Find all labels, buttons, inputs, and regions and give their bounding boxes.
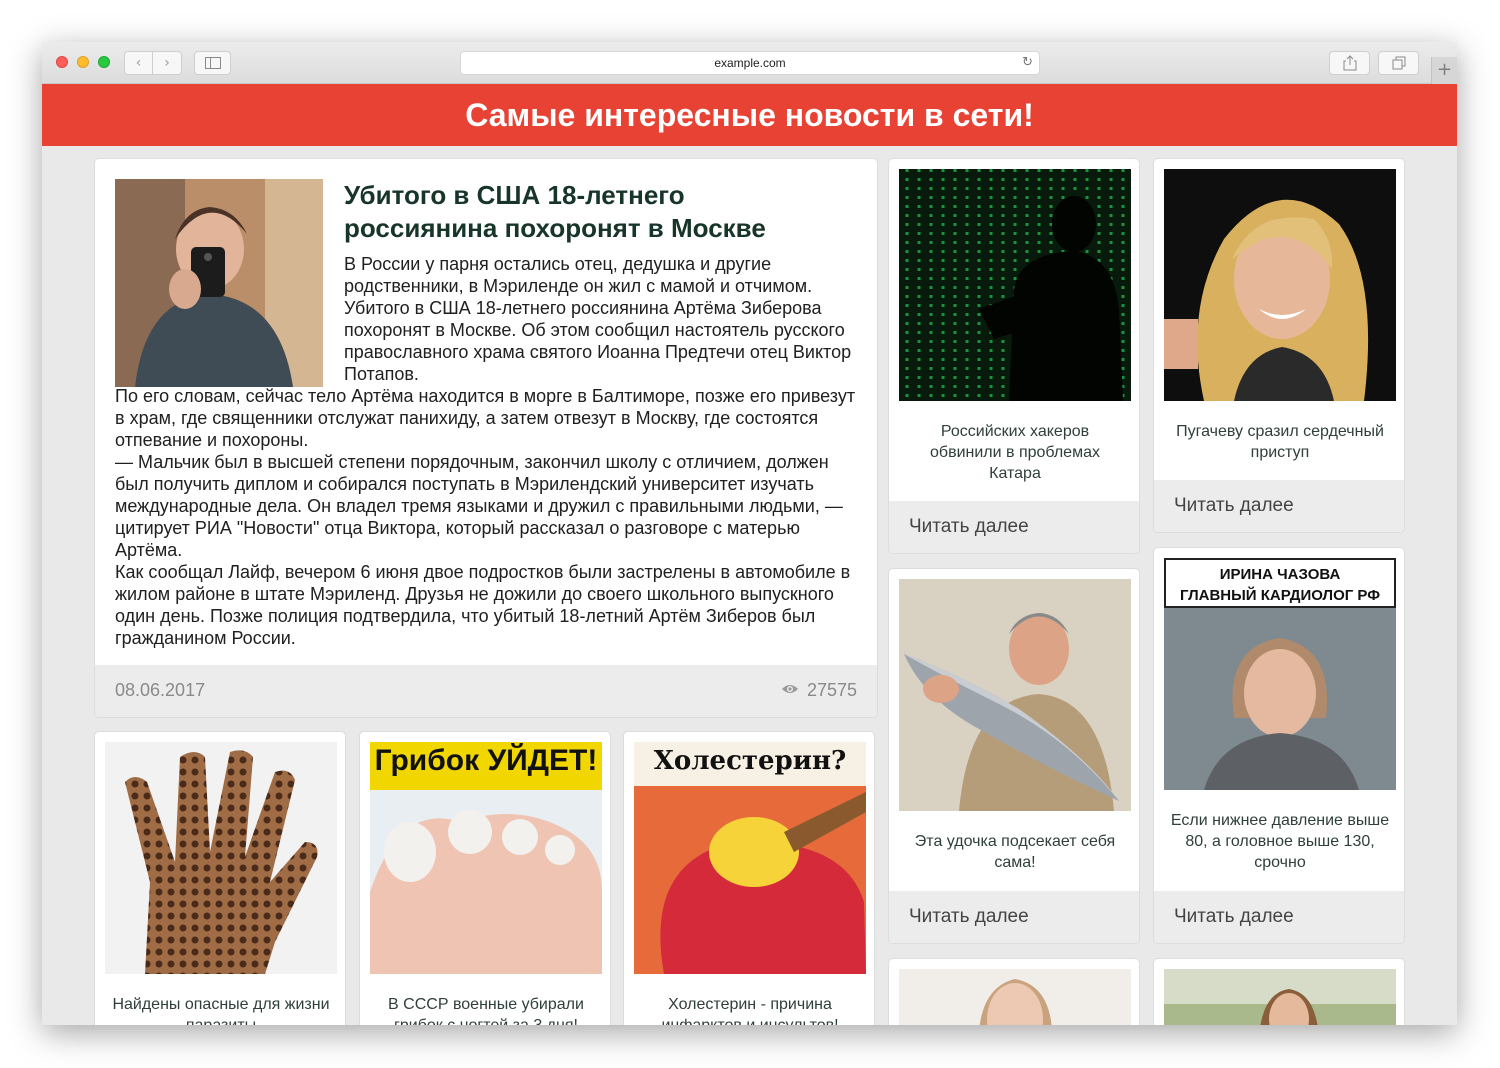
tabs-icon [1392,56,1405,70]
news-card-fungus[interactable]: Грибок УЙДЕТ! В СССР военные убирали гри… [359,731,611,1025]
url-text: example.com [714,56,786,70]
singer-image [1164,169,1396,401]
card-caption: Пугачеву сразил сердечный приступ [1176,423,1384,461]
cholesterol-image: Холестерин? [634,742,866,974]
read-more-button[interactable]: Читать далее [1154,480,1404,532]
article-paragraph: По его словам, сейчас тело Артёма находи… [115,386,856,450]
eye-icon [781,685,798,693]
card-caption: Холестерин - причина инфарктов и инсульт… [661,996,838,1025]
chevron-left-icon: ‹ [135,55,142,71]
article-body: В России у парня остались отец, дедушка … [115,253,863,649]
chevron-right-icon: › [164,55,170,71]
parasites-image [105,742,337,974]
share-button[interactable] [1329,51,1370,75]
woman-image [899,969,1131,1025]
card-caption: В СССР военные убирали грибок с ногтей з… [388,996,584,1025]
hacker-image [899,169,1131,401]
close-window-button[interactable] [56,56,68,68]
image-caption-title: ГЛАВНЫЙ КАРДИОЛОГ РФ [1179,587,1381,604]
zoom-window-button[interactable] [98,56,110,68]
news-card-cardiologist[interactable]: ИРИНА ЧАЗОВА ГЛАВНЫЙ КАРДИОЛОГ РФ Если н… [1153,547,1405,944]
image-caption-name: ИРИНА ЧАЗОВА [1219,566,1341,583]
image-overlay-text: Холестерин? [653,746,847,776]
sidebar-icon [204,57,221,69]
article-views: 27575 [781,680,857,701]
card-caption: Российских хакеров обвинили в проблемах … [930,423,1100,482]
reload-icon[interactable]: ↻ [1022,52,1033,74]
read-more-label: Читать далее [1174,906,1294,927]
card-caption: Эта удочка подсекает себя сама! [914,833,1116,871]
read-more-label: Читать далее [1174,495,1294,516]
read-more-label: Читать далее [909,906,1029,927]
news-card-girl[interactable] [1153,958,1405,1025]
article-paragraph: — Мальчик был в высшей степени порядочны… [115,452,843,560]
news-card-parasites[interactable]: Найдены опасные для жизни паразиты [94,731,346,1025]
card-caption: Найдены опасные для жизни паразиты [112,996,330,1025]
read-more-button[interactable]: Читать далее [889,501,1139,553]
news-card-woman[interactable] [888,958,1140,1025]
tabs-overview-button[interactable] [1378,51,1419,75]
forward-button[interactable]: › [153,51,182,75]
article-paragraph: Как сообщал Лайф, вечером 6 июня двое по… [115,562,851,648]
image-overlay-text: Грибок УЙДЕТ! [374,744,598,777]
news-card-fishing-rod[interactable]: Эта удочка подсекает себя сама! Читать д… [888,568,1140,944]
article-paragraph: В России у парня остались отец, дедушка … [344,254,852,384]
share-icon [1343,55,1356,71]
fisherman-image [899,579,1131,811]
article-title[interactable]: Убитого в США 18-летнего россиянина похо… [344,179,844,245]
back-button[interactable]: ‹ [124,51,153,75]
minimize-window-button[interactable] [77,56,89,68]
fungus-image: Грибок УЙДЕТ! [370,742,602,974]
browser-toolbar: ‹ › example.com ↻ + [42,42,1457,84]
read-more-label: Читать далее [909,516,1029,537]
news-card-pugacheva[interactable]: Пугачеву сразил сердечный приступ Читать… [1153,158,1405,533]
main-article-card: Убитого в США 18-летнего россиянина похо… [94,158,878,718]
new-tab-button[interactable]: + [1431,57,1457,84]
news-card-cholesterol[interactable]: Холестерин? Холестерин - причина инфаркт… [623,731,875,1025]
card-caption: Если нижнее давление выше 80, а головное… [1170,812,1390,871]
article-footer: 08.06.2017 27575 [95,665,877,717]
article-date: 08.06.2017 [115,680,206,700]
plus-icon: + [1436,59,1453,80]
browser-window: ‹ › example.com ↻ + Самые интересные нов… [42,42,1457,1025]
address-bar[interactable]: example.com ↻ [460,51,1040,75]
read-more-button[interactable]: Читать далее [889,891,1139,943]
news-card-hackers[interactable]: Российских хакеров обвинили в проблемах … [888,158,1140,554]
sidebar-button[interactable] [194,51,231,75]
cardiologist-image: ИРИНА ЧАЗОВА ГЛАВНЫЙ КАРДИОЛОГ РФ [1164,558,1396,790]
views-count: 27575 [806,680,857,700]
site-headline: Самые интересные новости в сети! [42,84,1457,146]
read-more-button[interactable]: Читать далее [1154,891,1404,943]
girl-image [1164,969,1396,1025]
